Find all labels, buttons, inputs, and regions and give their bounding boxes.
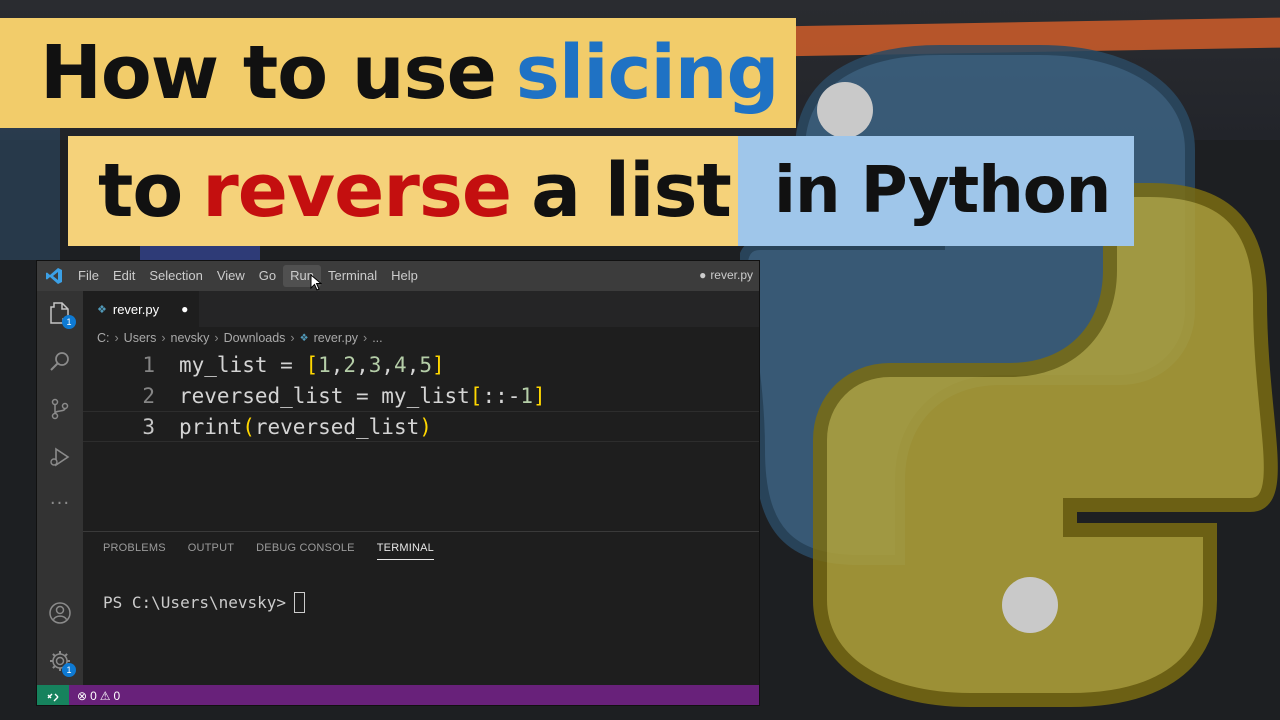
- activity-bar: 1 ··· 1: [37, 291, 83, 685]
- bottom-panel: PROBLEMS OUTPUT DEBUG CONSOLE TERMINAL P…: [83, 531, 759, 685]
- unsaved-dot-icon[interactable]: ●: [181, 302, 188, 316]
- title-keyword-slicing: slicing: [515, 30, 780, 116]
- menu-terminal[interactable]: Terminal: [321, 265, 384, 287]
- source-control-icon[interactable]: [48, 397, 72, 421]
- menu-go[interactable]: Go: [252, 265, 283, 287]
- line-number: 1: [142, 352, 155, 377]
- code-line: 1 my_list = [1,2,3,4,5]: [83, 349, 759, 380]
- tab-label: rever.py: [112, 301, 160, 317]
- chevron-right-icon: ›: [161, 331, 166, 345]
- menu-selection[interactable]: Selection: [142, 265, 209, 287]
- tab-terminal[interactable]: TERMINAL: [376, 542, 434, 560]
- account-icon[interactable]: [48, 601, 72, 625]
- explorer-icon[interactable]: 1: [48, 301, 76, 329]
- search-icon[interactable]: [48, 349, 72, 373]
- code-line-1[interactable]: my_list = [1,2,3,4,5]: [179, 353, 445, 377]
- background-blob: [0, 120, 60, 260]
- terminal[interactable]: PS C:\Users\nevsky>: [103, 592, 306, 613]
- code-line: 2 reversed_list = my_list[::-1]: [83, 380, 759, 411]
- tab-debug-console[interactable]: DEBUG CONSOLE: [256, 542, 355, 560]
- title-line-3-text: in Python: [774, 154, 1111, 228]
- tab-problems[interactable]: PROBLEMS: [103, 542, 166, 560]
- vscode-window: File Edit Selection View Go Run Terminal…: [36, 260, 760, 706]
- chevron-right-icon: ›: [363, 331, 368, 345]
- python-file-icon: ❖: [299, 332, 309, 344]
- tab-rever-py[interactable]: ❖ rever.py ●: [83, 291, 199, 327]
- menu-edit[interactable]: Edit: [106, 265, 142, 287]
- title-bar: File Edit Selection View Go Run Terminal…: [37, 261, 759, 291]
- python-file-icon: ❖: [97, 303, 107, 316]
- line-number: 3: [142, 414, 155, 439]
- chevron-right-icon: ›: [214, 331, 219, 345]
- title-line-1: How to use slicing: [0, 18, 796, 128]
- breadcrumb-more[interactable]: ...: [372, 331, 382, 345]
- chevron-right-icon: ›: [114, 331, 119, 345]
- menu-view[interactable]: View: [210, 265, 252, 287]
- terminal-cursor: [294, 592, 306, 613]
- breadcrumb: C: › Users › nevsky › Downloads › ❖ reve…: [97, 327, 383, 349]
- breadcrumb-file[interactable]: rever.py: [314, 331, 358, 345]
- status-bar: ⊗ 0 ⚠ 0: [37, 685, 759, 705]
- breadcrumb-user[interactable]: nevsky: [171, 331, 210, 345]
- editor-tabs: ❖ rever.py ●: [83, 291, 759, 327]
- unsaved-dot-icon: ●: [699, 268, 707, 282]
- error-icon: ⊗: [77, 689, 88, 703]
- python-logo-icon: [740, 45, 1278, 707]
- mouse-pointer-icon: [310, 274, 322, 291]
- window-title: ● rever.py: [699, 268, 753, 282]
- more-icon[interactable]: ···: [48, 491, 72, 515]
- breadcrumb-users[interactable]: Users: [124, 331, 157, 345]
- menu-help[interactable]: Help: [384, 265, 425, 287]
- title-keyword-reverse: reverse: [202, 148, 512, 234]
- settings-gear-icon[interactable]: 1: [48, 649, 76, 677]
- title-line-1-prefix: How to use: [40, 30, 497, 116]
- warning-count: 0: [113, 689, 121, 703]
- remote-icon[interactable]: [37, 685, 69, 705]
- title-line-3: in Python: [738, 136, 1134, 246]
- code-line-3[interactable]: print(reversed_list): [179, 415, 432, 439]
- panel-tabs: PROBLEMS OUTPUT DEBUG CONSOLE TERMINAL: [103, 542, 434, 560]
- title-line-2: to reverse a list: [68, 136, 740, 246]
- title-line-2-prefix: to: [98, 148, 183, 234]
- title-line-2-suffix: a list: [531, 148, 732, 234]
- vscode-logo-icon[interactable]: [37, 261, 71, 291]
- code-line-2[interactable]: reversed_list = my_list[::-1]: [179, 384, 546, 408]
- menu-file[interactable]: File: [71, 265, 106, 287]
- code-line-current: 3 print(reversed_list): [83, 411, 759, 442]
- window-title-text: rever.py: [710, 268, 753, 282]
- breadcrumb-drive[interactable]: C:: [97, 331, 110, 345]
- run-debug-icon[interactable]: [48, 445, 72, 469]
- line-number: 2: [142, 383, 155, 408]
- tab-output[interactable]: OUTPUT: [188, 542, 234, 560]
- code-editor[interactable]: 1 my_list = [1,2,3,4,5] 2 reversed_list …: [83, 349, 759, 529]
- problems-indicator[interactable]: ⊗ 0 ⚠ 0: [77, 689, 120, 703]
- explorer-badge: 1: [62, 315, 76, 329]
- settings-badge: 1: [62, 663, 76, 677]
- error-count: 0: [90, 689, 97, 703]
- terminal-prompt: PS C:\Users\nevsky>: [103, 593, 287, 612]
- breadcrumb-downloads[interactable]: Downloads: [224, 331, 286, 345]
- chevron-right-icon: ›: [290, 331, 295, 345]
- warning-icon: ⚠: [99, 689, 111, 703]
